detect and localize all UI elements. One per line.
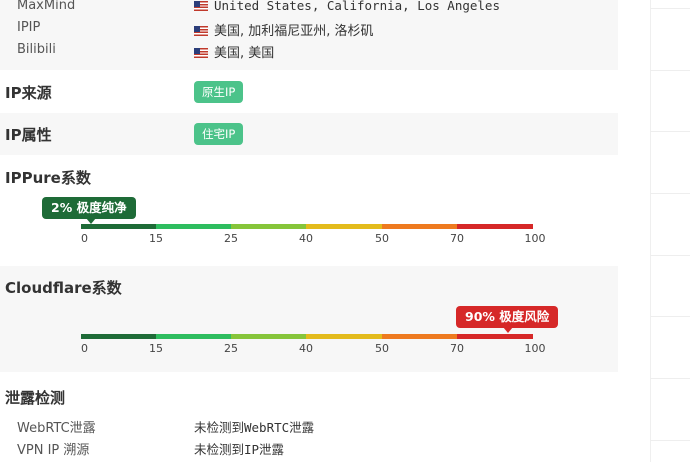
cloudflare-scale-bar: [81, 334, 533, 339]
cloudflare-score-badge: 90% 极度风险: [456, 306, 559, 333]
us-flag-icon: [194, 1, 208, 11]
cloudflare-title: Cloudflare系数: [5, 279, 122, 297]
row-divider: [650, 378, 690, 379]
scale-tick: 15: [149, 342, 163, 355]
row-divider: [650, 193, 690, 194]
scale-tick: 15: [149, 232, 163, 245]
row-divider: [650, 316, 690, 317]
scale-tick: 50: [375, 232, 389, 245]
scale-tick: 50: [375, 342, 389, 355]
scale-segment-15-25: [156, 224, 231, 229]
scale-segment-25-40: [231, 224, 306, 229]
scale-segment-15-25: [156, 334, 231, 339]
scale-tick: 0: [81, 342, 88, 355]
row-divider: [650, 70, 690, 71]
ip-source-title: IP来源: [5, 84, 52, 102]
scale-segment-0-15: [81, 224, 156, 229]
scale-segment-70-100: [457, 224, 533, 229]
scale-segment-0-15: [81, 334, 156, 339]
geo-value-bilibili: 美国, 美国: [194, 42, 274, 61]
ip-type-title: IP属性: [5, 126, 52, 144]
ip-type-section: [0, 113, 618, 155]
scale-tick: 40: [299, 342, 313, 355]
geo-value-maxmind: United States, California, Los Angeles: [194, 0, 500, 13]
row-divider: [650, 255, 690, 256]
scale-segment-50-70: [382, 334, 457, 339]
scale-segment-70-100: [457, 334, 533, 339]
leak-title: 泄露检测: [5, 389, 66, 407]
ip-report-panel: MaxMind United States, California, Los A…: [0, 0, 618, 462]
ippure-score-badge: 2% 极度纯净: [42, 197, 136, 224]
leak-value-webrtc: 未检测到WebRTC泄露: [194, 420, 315, 435]
scale-tick: 70: [450, 342, 464, 355]
geo-source-label-bilibili: Bilibili: [17, 42, 56, 57]
scale-segment-40-50: [306, 334, 382, 339]
scale-tick: 25: [224, 232, 238, 245]
us-flag-icon: [194, 26, 208, 36]
leak-label-vpn-ip: VPN IP 溯源: [17, 443, 90, 458]
us-flag-icon: [194, 48, 208, 58]
scale-segment-50-70: [382, 224, 457, 229]
row-divider: [650, 440, 690, 441]
scale-tick: 0: [81, 232, 88, 245]
scale-tick: 70: [450, 232, 464, 245]
ip-source-tag: 原生IP: [194, 81, 244, 103]
geo-value-ipip: 美国, 加利福尼亚州, 洛杉矶: [194, 20, 374, 39]
scale-segment-25-40: [231, 334, 306, 339]
row-divider: [650, 131, 690, 132]
leak-label-webrtc: WebRTC泄露: [17, 421, 96, 436]
geo-source-label-maxmind: MaxMind: [17, 0, 76, 13]
ippure-title: IPPure系数: [5, 169, 91, 187]
row-divider: [650, 8, 690, 9]
ip-type-tag: 住宅IP: [194, 123, 244, 145]
ippure-scale-bar: [81, 224, 533, 229]
scale-tick: 40: [299, 232, 313, 245]
scale-segment-40-50: [306, 224, 382, 229]
leak-value-vpn-ip: 未检测到IP泄露: [194, 442, 285, 457]
adjacent-column: [618, 0, 690, 462]
scale-tick: 100: [524, 342, 546, 355]
scale-tick: 100: [524, 232, 546, 245]
geo-source-label-ipip: IPIP: [17, 20, 41, 35]
scale-tick: 25: [224, 342, 238, 355]
